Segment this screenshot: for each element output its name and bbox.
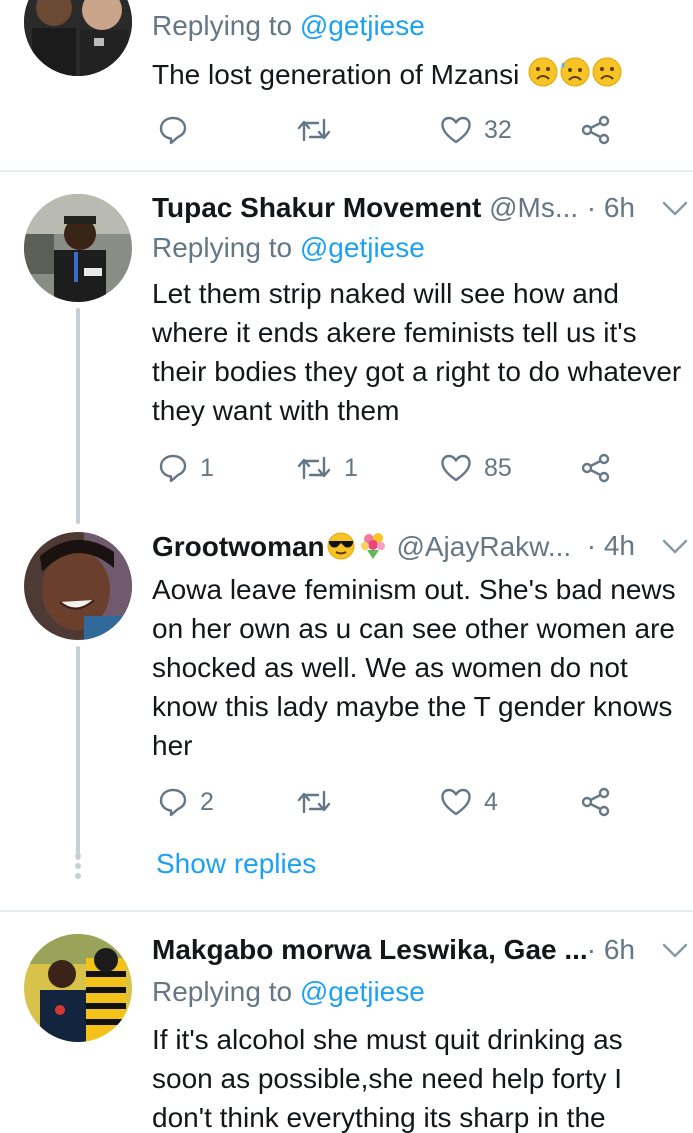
retweet-icon — [297, 790, 331, 814]
sad-sweat-face-icon — [559, 56, 591, 98]
reply-icon — [159, 116, 187, 145]
heart-icon — [441, 788, 471, 816]
reply-count: 1 — [200, 453, 214, 482]
tweet-header: Tupac Shakur Movement @Ms... · 6h — [152, 192, 693, 232]
display-name-text: Grootwoman — [152, 531, 325, 562]
tweet-text: Let them strip naked will see how and wh… — [152, 278, 682, 426]
show-replies-link[interactable]: Show replies — [156, 848, 316, 880]
tweet-time[interactable]: · 4h — [587, 530, 635, 562]
chevron-down-icon[interactable] — [661, 536, 689, 558]
chevron-down-icon[interactable] — [661, 198, 689, 220]
reply-icon — [159, 788, 187, 817]
chevron-down-icon[interactable] — [661, 940, 689, 962]
share-button[interactable] — [580, 110, 612, 150]
heart-icon — [441, 454, 471, 482]
share-icon — [581, 453, 610, 483]
retweet-count: 1 — [344, 453, 358, 482]
user-handle[interactable]: @Ms... — [489, 192, 578, 223]
retweet-icon — [297, 456, 331, 480]
tweet[interactable]: Tupac Shakur Movement @Ms... · 6h Replyi… — [0, 172, 693, 524]
sad-face-icon — [527, 56, 559, 98]
reply-icon — [159, 454, 187, 483]
heart-icon — [441, 116, 471, 144]
avatar[interactable] — [24, 194, 132, 302]
replying-to-text: Replying to @getjiese — [152, 232, 425, 264]
like-count: 32 — [484, 115, 512, 144]
share-icon — [581, 115, 610, 145]
tweet[interactable]: Grootwoman @AjayRakw... · 4h Aowa leave … — [0, 512, 693, 910]
like-button[interactable]: 85 — [440, 448, 512, 488]
like-count: 4 — [484, 787, 498, 816]
avatar[interactable] — [24, 0, 132, 76]
tweet-text: If it's alcohol she must quit drinking a… — [152, 1024, 623, 1133]
share-button[interactable] — [580, 782, 612, 822]
retweet-button[interactable]: 1 — [296, 448, 358, 488]
reply-button[interactable]: 2 — [158, 782, 214, 822]
tweet-actions: 2 4 — [152, 782, 693, 822]
tweet-actions: 32 — [152, 110, 693, 150]
tweet-header: Grootwoman @AjayRakw... · 4h — [152, 530, 693, 570]
like-button[interactable]: 4 — [440, 782, 498, 822]
replying-to-text: Replying to @getjiese — [152, 10, 425, 42]
retweet-icon — [297, 118, 331, 142]
tweet-actions: 1 1 85 — [152, 448, 693, 488]
replying-to-handle-link[interactable]: @getjiese — [300, 976, 425, 1007]
user-handle[interactable]: @AjayRakw... — [396, 531, 571, 562]
replying-prefix: Replying to — [152, 10, 293, 41]
retweet-button[interactable] — [296, 110, 344, 150]
reply-button[interactable] — [158, 110, 200, 150]
tweet[interactable]: Replying to @getjiese The lost generatio… — [0, 0, 693, 170]
tweet-time[interactable]: · 6h — [587, 192, 635, 224]
tweet-text: The lost generation of Mzansi — [152, 55, 685, 98]
reply-count: 2 — [200, 787, 214, 816]
tweet-text: Aowa leave feminism out. She's bad news … — [152, 574, 676, 761]
replying-to-text: Replying to @getjiese — [152, 976, 425, 1008]
display-name[interactable]: Grootwoman — [152, 531, 389, 562]
replying-prefix: Replying to — [152, 976, 293, 1007]
tweet-header: Makgabo morwa Leswika, Gae ... · 6h — [152, 934, 693, 974]
avatar[interactable] — [24, 532, 132, 640]
tweet-text-content: The lost generation of Mzansi — [152, 59, 520, 90]
thread-line — [76, 646, 80, 860]
share-icon — [581, 787, 610, 817]
sunglasses-face-icon — [325, 530, 357, 567]
share-button[interactable] — [580, 448, 612, 488]
tweet-time[interactable]: · 6h — [587, 934, 635, 966]
sad-face-icon — [591, 56, 623, 98]
more-dots-icon — [73, 853, 83, 883]
display-name[interactable]: Makgabo morwa Leswika, Gae ... — [152, 934, 588, 965]
reply-button[interactable]: 1 — [158, 448, 214, 488]
tweet[interactable]: Makgabo morwa Leswika, Gae ... · 6h Repl… — [0, 912, 693, 1133]
retweet-button[interactable] — [296, 782, 344, 822]
bouquet-icon — [357, 530, 389, 567]
avatar[interactable] — [24, 934, 132, 1042]
like-count: 85 — [484, 453, 512, 482]
replying-to-handle-link[interactable]: @getjiese — [300, 10, 425, 41]
thread-line — [76, 308, 80, 524]
replying-prefix: Replying to — [152, 232, 293, 263]
display-name[interactable]: Tupac Shakur Movement — [152, 192, 481, 223]
replying-to-handle-link[interactable]: @getjiese — [300, 232, 425, 263]
like-button[interactable]: 32 — [440, 110, 512, 150]
